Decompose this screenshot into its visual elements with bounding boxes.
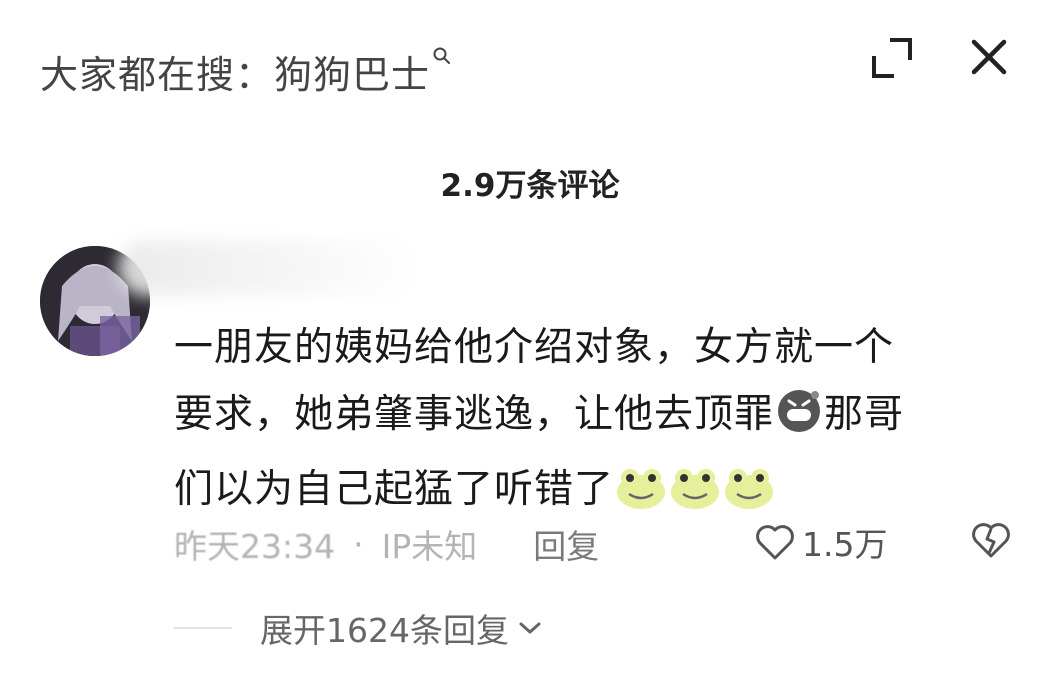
divider (174, 627, 232, 629)
like-count: 1.5万 (802, 525, 888, 564)
fullscreen-exit-icon[interactable] (868, 34, 916, 82)
expand-replies-label: 展开1624条回复 (260, 611, 509, 650)
ip-location: IP未知 (381, 527, 478, 566)
frog-emoji-icon (669, 464, 721, 531)
search-suggestion[interactable]: 大家都在搜：狗狗巴士 (40, 44, 452, 99)
grin-emoji-icon (775, 387, 823, 456)
username-redacted (118, 240, 418, 296)
comment-line: 要求，她弟肇事逃逸，让他去顶罪 那哥 (174, 381, 1014, 456)
comment-line: 一朋友的姨妈给他介绍对象，女方就一个 (174, 325, 895, 370)
broken-heart-icon (972, 523, 1010, 558)
comment-body: 一朋友的姨妈给他介绍对象，女方就一个 要求，她弟肇事逃逸，让他去顶罪 那哥 们以为… (174, 314, 1014, 531)
close-icon[interactable] (964, 32, 1014, 82)
frog-emoji-icon (615, 464, 667, 531)
reply-button[interactable]: 回复 (533, 520, 599, 568)
heart-icon (756, 525, 794, 560)
comment-text-segment: 们以为自己起猛了听错了 (174, 467, 615, 512)
chevron-down-icon (519, 622, 541, 634)
meta-separator: · (353, 524, 364, 564)
search-suggestion-text: 大家都在搜：狗狗巴士 (40, 53, 431, 97)
dislike-button[interactable] (970, 520, 1012, 564)
top-bar: 大家都在搜：狗狗巴士 (0, 0, 1060, 130)
comment-count: 2.9万条评论 (440, 168, 620, 204)
comment-text-segment: 要求，她弟肇事逃逸，让他去顶罪 (174, 392, 775, 437)
expand-replies-button[interactable]: 展开1624条回复 (174, 604, 543, 652)
like-button[interactable]: 1.5万 (754, 518, 887, 566)
search-icon (432, 46, 452, 71)
comment-time: 昨天23:34 (174, 527, 336, 566)
comment-meta: 昨天23:34 · IP未知 回复 (174, 520, 599, 568)
comment-text-segment: 那哥 (824, 392, 905, 437)
